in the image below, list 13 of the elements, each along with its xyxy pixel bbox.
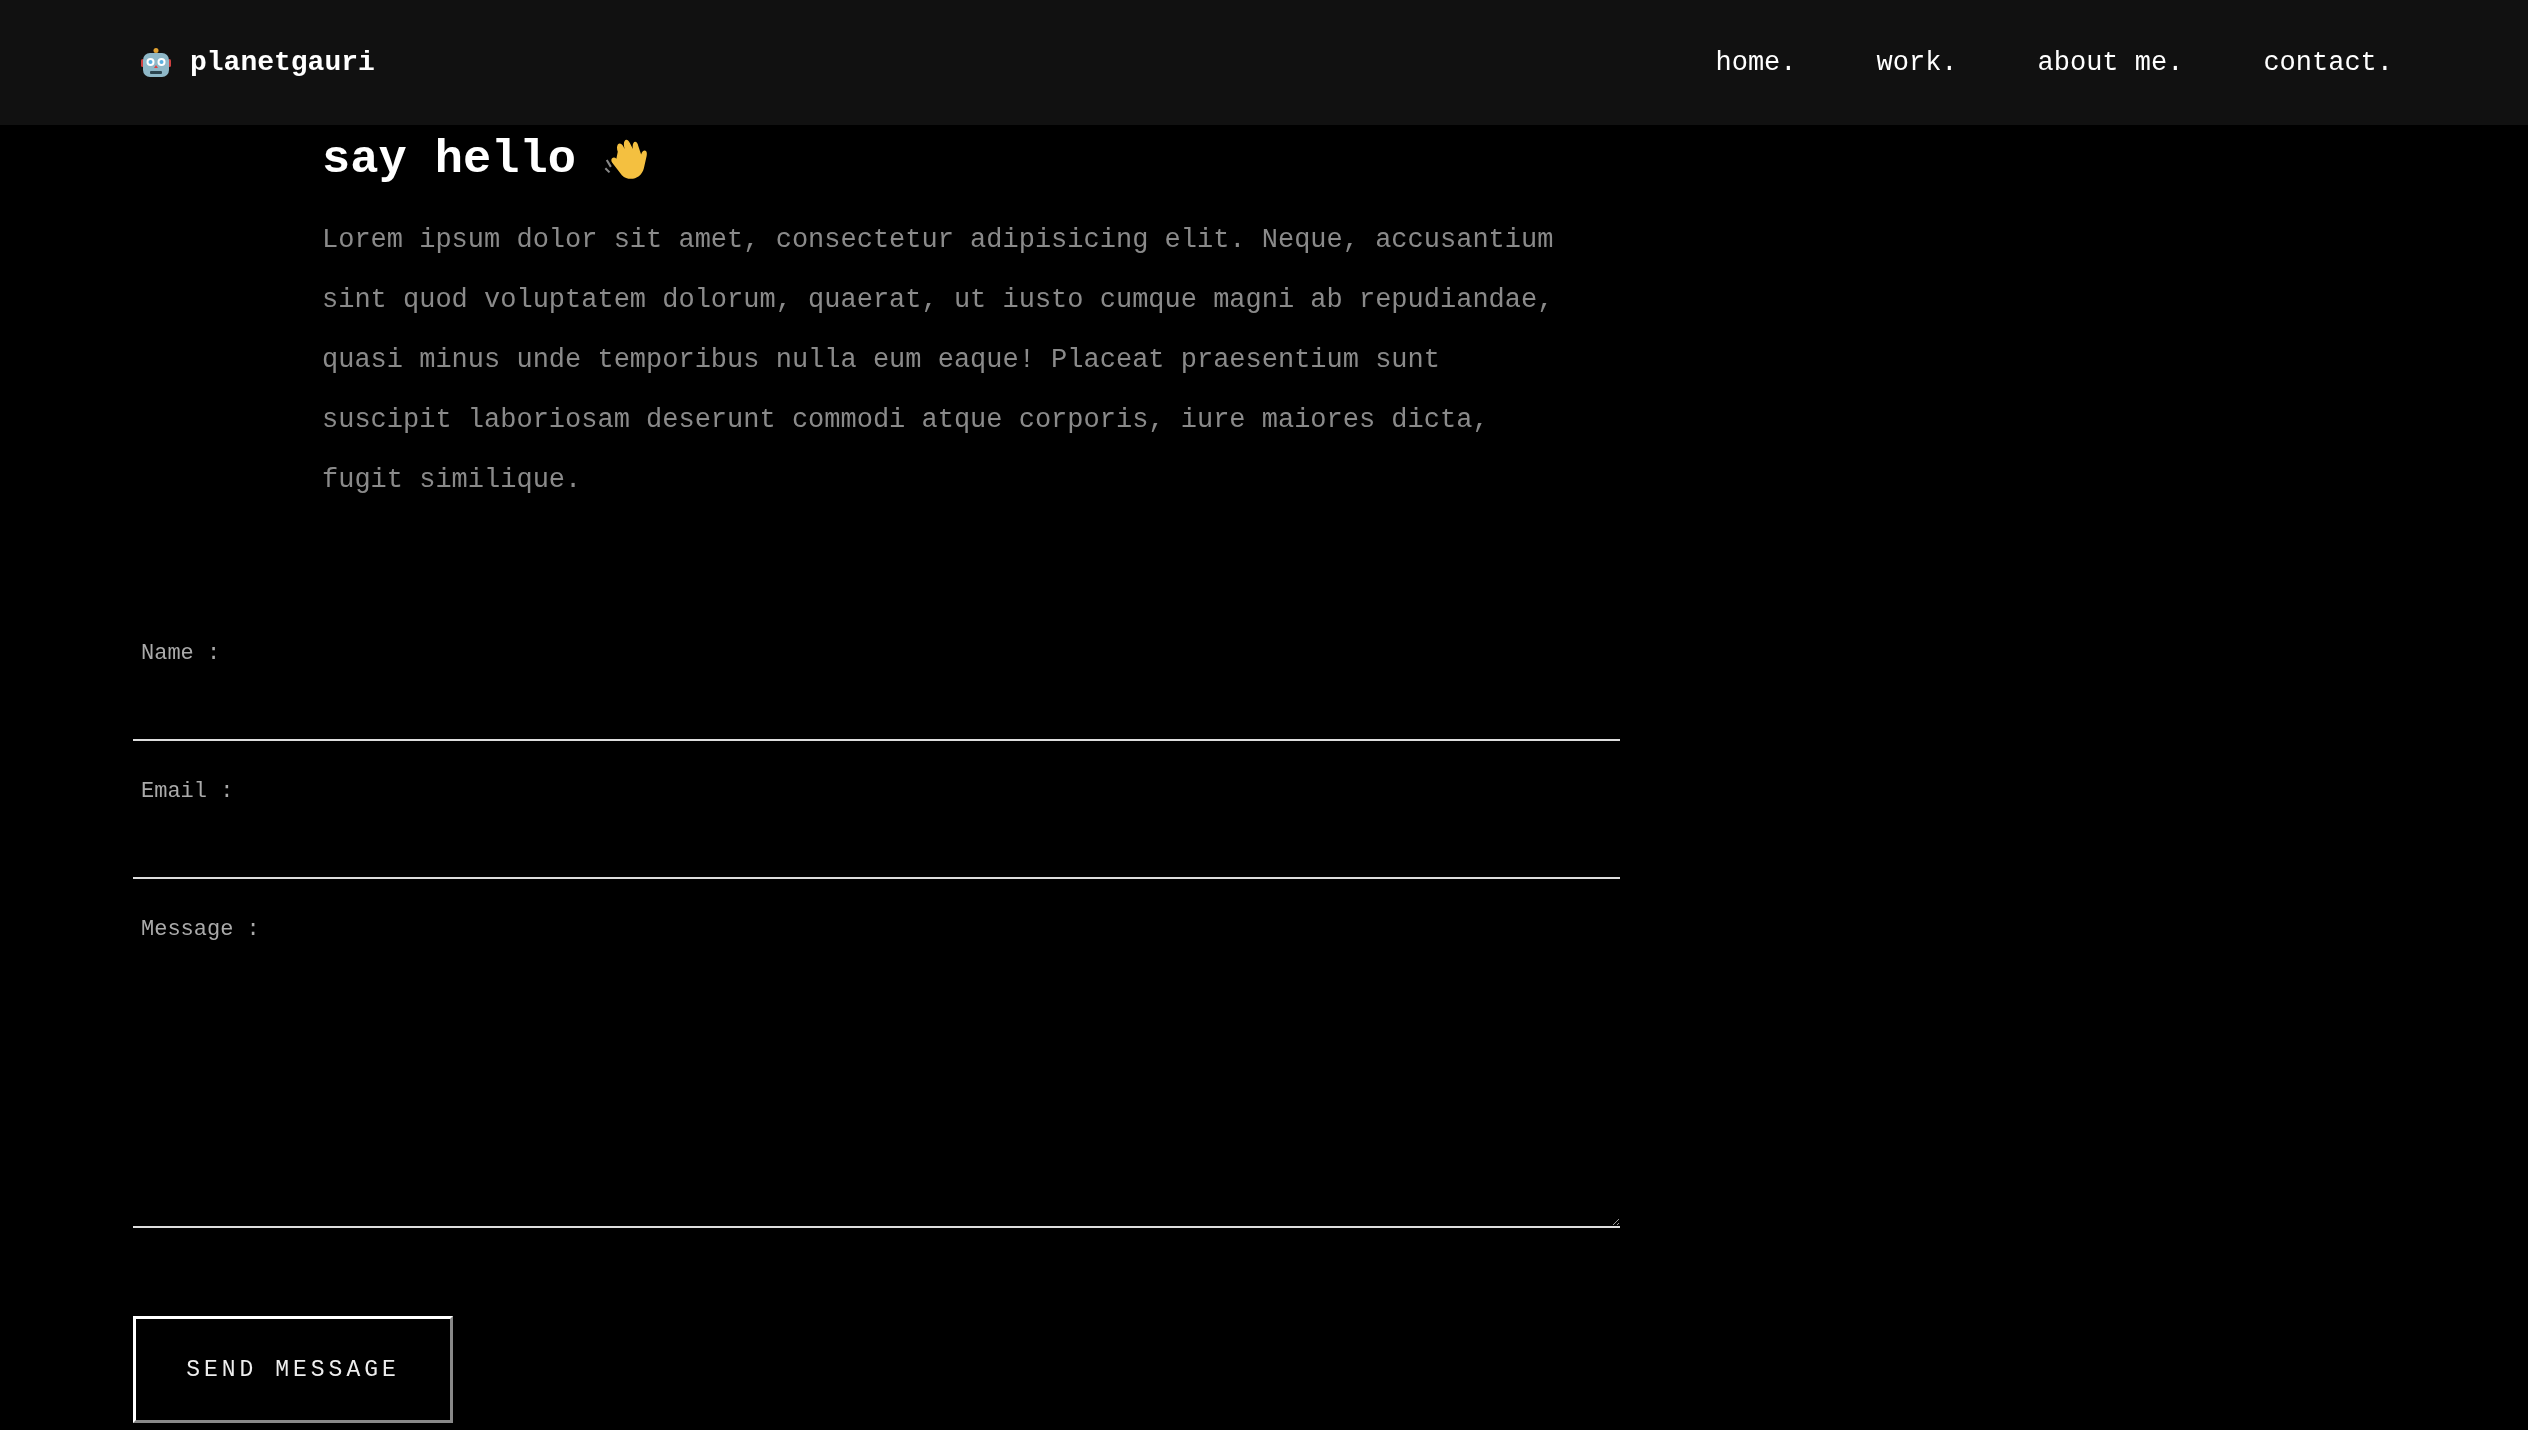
intro-paragraph: Lorem ipsum dolor sit amet, consectetur adipisicing elit. Neque, accusantium sint quod voluptatem dolorum, quaerat, ut iusto cumque magni ab repudiandae, quasi minus unde temporibus nulla eum eaque! Placeat praesentium sunt suscipit laboriosam deserunt commodi atque corporis, iure maiores dicta, fugit similique. (322, 224, 1555, 497)
waving-hand-icon (603, 138, 648, 182)
nav-link[interactable]: contact. (2263, 47, 2393, 78)
field-label: Email : (140, 779, 235, 804)
send-button[interactable]: SEND MESSAGE (133, 1316, 453, 1423)
field-label: Name : (140, 641, 222, 666)
nav-link[interactable]: home. (1715, 47, 1797, 78)
nav-link[interactable]: about me. (2037, 47, 2184, 78)
brand-link[interactable]: planetgauri (190, 47, 375, 78)
nav-link[interactable]: work. (1876, 47, 1958, 78)
robot-icon (140, 46, 172, 79)
field-label: Message : (140, 917, 261, 942)
page-heading: say hello (322, 132, 576, 188)
